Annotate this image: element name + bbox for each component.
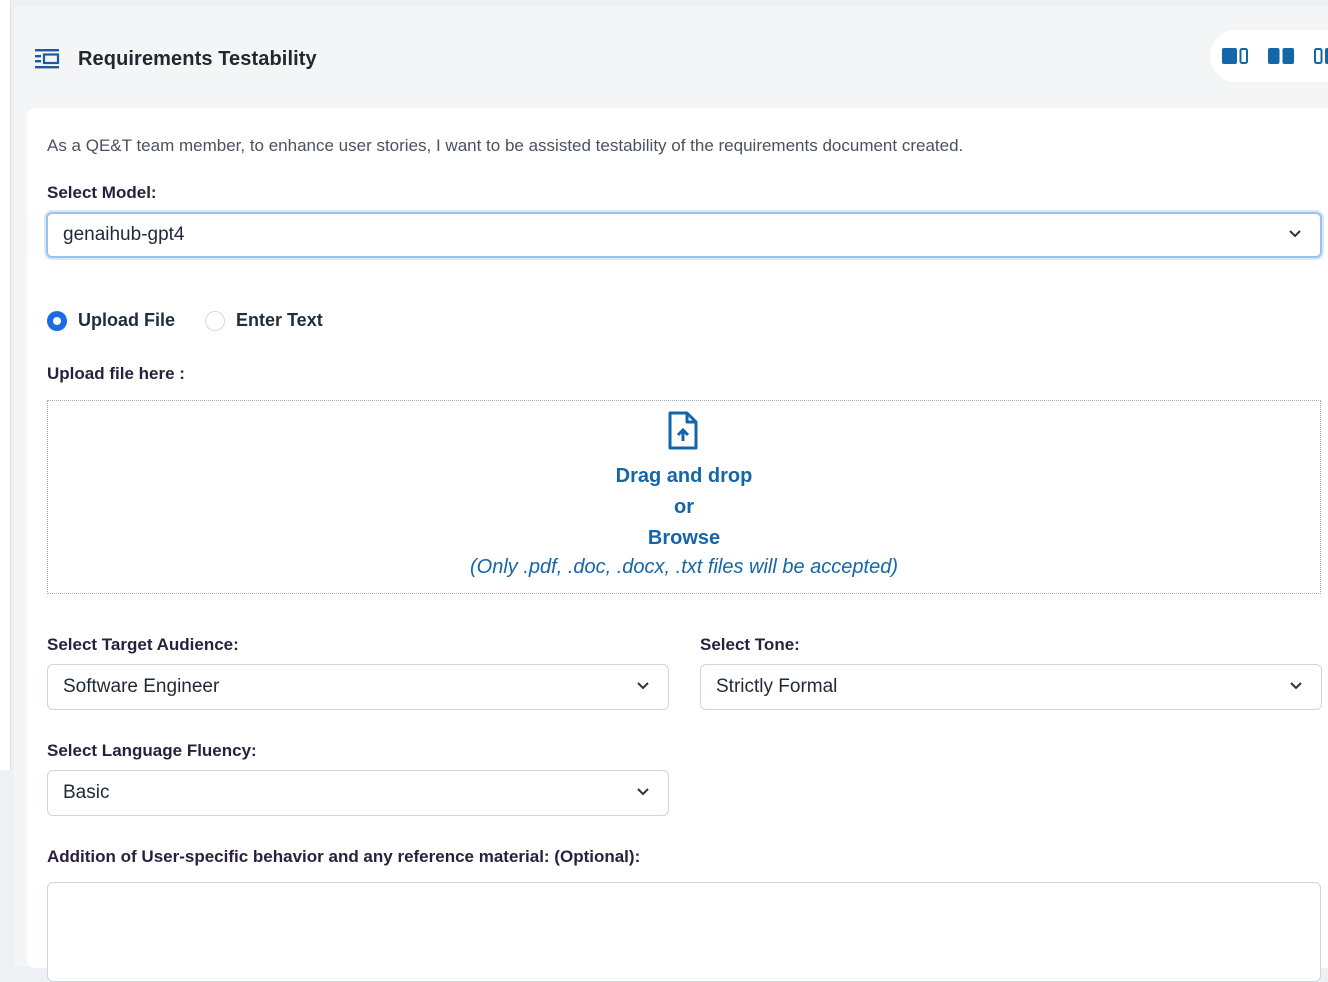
list-panel-icon	[35, 49, 60, 69]
fluency-select-value: Basic	[63, 782, 110, 803]
audience-select-value: Software Engineer	[63, 676, 220, 697]
model-select[interactable]: genaihub-gpt4	[46, 212, 1322, 258]
layout-wide-left-icon[interactable]	[1222, 48, 1248, 64]
radio-upload-file[interactable]	[47, 310, 67, 331]
radio-enter-text-label[interactable]: Enter Text	[236, 310, 323, 331]
input-mode-radio-group: Upload File Enter Text	[47, 310, 323, 331]
upload-label: Upload file here :	[47, 364, 185, 383]
layout-wide-right-icon[interactable]	[1314, 48, 1328, 64]
left-sidebar-strip	[0, 0, 11, 770]
main-panel: Requirements Testability As a QE&T team …	[14, 6, 1328, 982]
drag-and-drop-text: Drag and drop	[615, 465, 753, 487]
tone-label: Select Tone:	[700, 635, 800, 654]
form-card: As a QE&T team member, to enhance user s…	[27, 108, 1328, 982]
chevron-down-icon	[1290, 682, 1302, 690]
tone-select-value: Strictly Formal	[716, 676, 838, 697]
additional-info-label: Addition of User-specific behavior and a…	[47, 847, 641, 866]
page-title: Requirements Testability	[78, 47, 317, 70]
radio-enter-text[interactable]	[205, 310, 226, 331]
audience-select[interactable]: Software Engineer	[47, 664, 669, 710]
or-text: or	[674, 496, 694, 518]
radio-upload-file-label[interactable]: Upload File	[78, 310, 175, 331]
chevron-down-icon	[637, 788, 649, 796]
model-label: Select Model:	[47, 183, 157, 202]
file-dropzone[interactable]: Drag and drop or Browse (Only .pdf, .doc…	[47, 400, 1321, 594]
chevron-down-icon	[637, 682, 649, 690]
model-select-value: genaihub-gpt4	[63, 224, 185, 245]
page-header: Requirements Testability	[34, 44, 317, 74]
browse-link[interactable]: Browse	[48, 527, 1320, 550]
fluency-label: Select Language Fluency:	[47, 741, 257, 760]
layout-split-icon[interactable]	[1268, 48, 1294, 64]
fluency-select[interactable]: Basic	[47, 770, 669, 816]
file-upload-icon	[668, 411, 698, 450]
accepted-file-types-note: (Only .pdf, .doc, .docx, .txt files will…	[470, 556, 898, 578]
additional-info-textarea[interactable]	[47, 882, 1321, 982]
description-text: As a QE&T team member, to enhance user s…	[47, 136, 964, 155]
audience-label: Select Target Audience:	[47, 635, 239, 654]
tone-select[interactable]: Strictly Formal	[700, 664, 1322, 710]
chevron-down-icon	[1289, 230, 1301, 238]
layout-toggle-group	[1210, 30, 1328, 82]
